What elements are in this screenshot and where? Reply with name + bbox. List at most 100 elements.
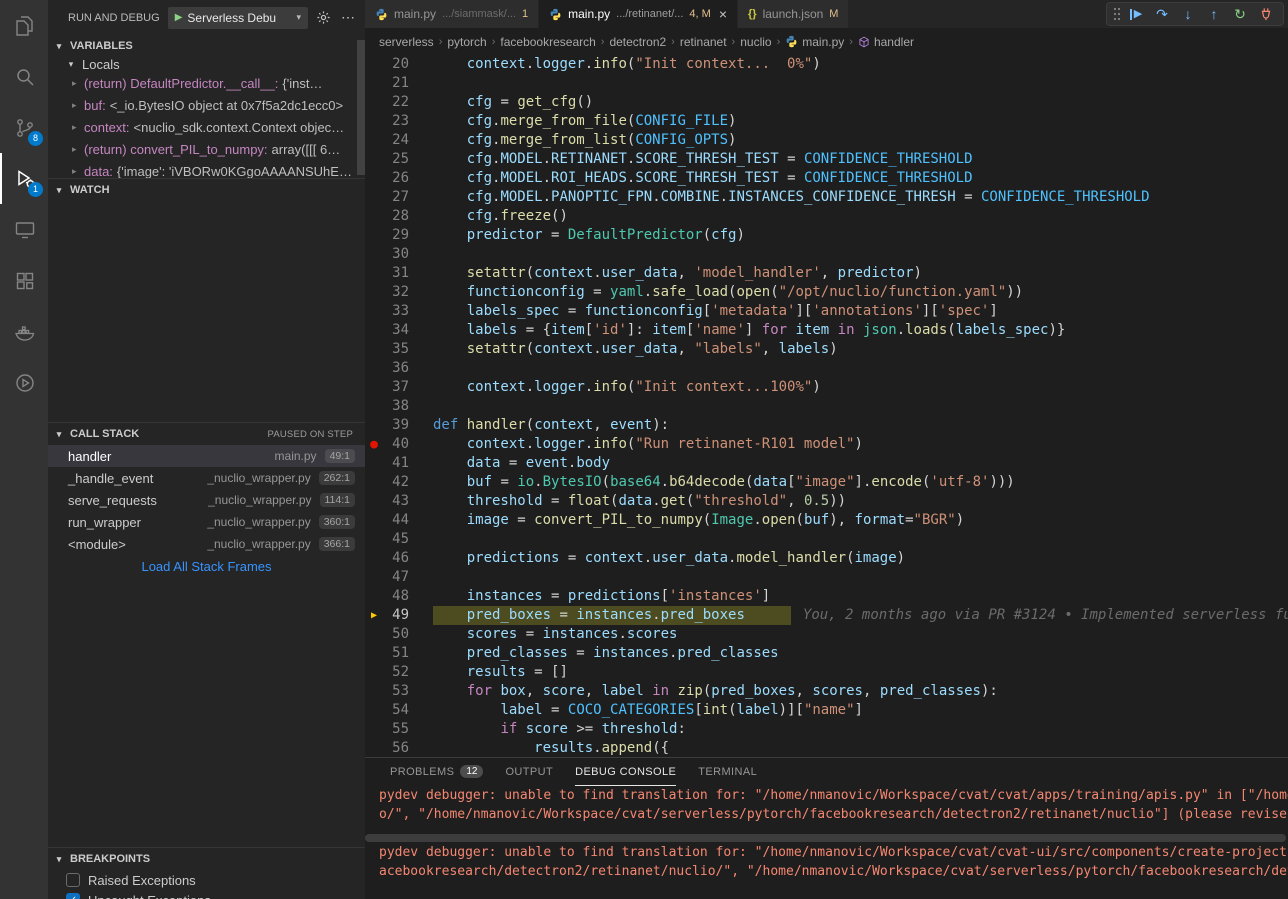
- current-line-arrow-icon[interactable]: ▶: [365, 606, 383, 625]
- gutter-glyph[interactable]: [365, 492, 383, 511]
- line-number[interactable]: 45: [383, 530, 409, 549]
- code-line[interactable]: 43 threshold = float(data.get("threshold…: [365, 492, 1288, 511]
- code-line[interactable]: 47: [365, 568, 1288, 587]
- gutter-glyph[interactable]: [365, 207, 383, 226]
- sidebar-scrollbar[interactable]: [357, 40, 365, 175]
- breadcrumb-item[interactable]: retinanet: [680, 35, 727, 49]
- step-into-button[interactable]: ↓: [1177, 3, 1199, 25]
- breadcrumb-item[interactable]: serverless: [379, 35, 434, 49]
- stack-frame-row[interactable]: run_wrapper_nuclio_wrapper.py360:1: [48, 511, 365, 533]
- line-number[interactable]: 26: [383, 169, 409, 188]
- panel-tab-problems[interactable]: PROBLEMS12: [390, 758, 483, 786]
- code-line[interactable]: 26 cfg.MODEL.ROI_HEADS.SCORE_THRESH_TEST…: [365, 169, 1288, 188]
- continue-button[interactable]: ▶: [1125, 3, 1147, 25]
- code-line[interactable]: 25 cfg.MODEL.RETINANET.SCORE_THRESH_TEST…: [365, 150, 1288, 169]
- breadcrumb-item[interactable]: detectron2: [609, 35, 666, 49]
- code-line[interactable]: 50 scores = instances.scores: [365, 625, 1288, 644]
- breakpoint-row[interactable]: Raised Exceptions: [48, 870, 365, 890]
- code-line[interactable]: 45: [365, 530, 1288, 549]
- gutter-glyph[interactable]: [365, 454, 383, 473]
- activity-item-source-control[interactable]: 8: [0, 102, 48, 153]
- line-number[interactable]: 34: [383, 321, 409, 340]
- gutter-glyph[interactable]: [365, 359, 383, 378]
- editor-tab[interactable]: {}launch.jsonM: [738, 0, 849, 28]
- variable-row[interactable]: ▸context:<nuclio_sdk.context.Context obj…: [48, 116, 365, 138]
- gutter-glyph[interactable]: [365, 549, 383, 568]
- editor-tab[interactable]: main.py.../retinanet/...4, M×: [539, 0, 738, 28]
- code-line[interactable]: 36: [365, 359, 1288, 378]
- gutter-glyph[interactable]: [365, 416, 383, 435]
- gutter-glyph[interactable]: [365, 397, 383, 416]
- close-icon[interactable]: ×: [719, 6, 727, 22]
- code-line[interactable]: 24 cfg.merge_from_list(CONFIG_OPTS): [365, 131, 1288, 150]
- code-line[interactable]: 34 labels = {item['id']: item['name'] fo…: [365, 321, 1288, 340]
- line-number[interactable]: 37: [383, 378, 409, 397]
- gutter-glyph[interactable]: [365, 321, 383, 340]
- gutter-glyph[interactable]: [365, 378, 383, 397]
- line-number[interactable]: 31: [383, 264, 409, 283]
- code-line[interactable]: 54 label = COCO_CATEGORIES[int(label)]["…: [365, 701, 1288, 720]
- line-number[interactable]: 46: [383, 549, 409, 568]
- checkbox[interactable]: ✓: [66, 893, 80, 899]
- breakpoint-row[interactable]: ✓Uncaught Exceptions: [48, 890, 365, 899]
- gutter-glyph[interactable]: [365, 720, 383, 739]
- code-line[interactable]: 23 cfg.merge_from_file(CONFIG_FILE): [365, 112, 1288, 131]
- gutter-glyph[interactable]: [365, 701, 383, 720]
- code-line[interactable]: ▶49 pred_boxes = instances.pred_boxesYou…: [365, 606, 1288, 625]
- code-line[interactable]: 53 for box, score, label in zip(pred_box…: [365, 682, 1288, 701]
- gutter-glyph[interactable]: [365, 131, 383, 150]
- gutter-glyph[interactable]: [365, 302, 383, 321]
- code-line[interactable]: 48 instances = predictions['instances']: [365, 587, 1288, 606]
- line-number[interactable]: 53: [383, 682, 409, 701]
- gutter-glyph[interactable]: [365, 682, 383, 701]
- variables-section-header[interactable]: ▾ VARIABLES: [48, 35, 365, 57]
- stack-frame-row[interactable]: _handle_event_nuclio_wrapper.py262:1: [48, 467, 365, 489]
- restart-button[interactable]: ↻: [1229, 3, 1251, 25]
- line-number[interactable]: 55: [383, 720, 409, 739]
- code-line[interactable]: 30: [365, 245, 1288, 264]
- code-editor[interactable]: 20 context.logger.info("Init context... …: [365, 55, 1288, 757]
- gutter-glyph[interactable]: [365, 74, 383, 93]
- line-number[interactable]: 28: [383, 207, 409, 226]
- code-line[interactable]: 42 buf = io.BytesIO(base64.b64decode(dat…: [365, 473, 1288, 492]
- line-number[interactable]: 22: [383, 93, 409, 112]
- gutter-glyph[interactable]: [365, 625, 383, 644]
- line-number[interactable]: 39: [383, 416, 409, 435]
- code-line[interactable]: ●40 context.logger.info("Run retinanet-R…: [365, 435, 1288, 454]
- code-line[interactable]: 39def handler(context, event):: [365, 416, 1288, 435]
- code-line[interactable]: 33 labels_spec = functionconfig['metadat…: [365, 302, 1288, 321]
- stack-frame-row[interactable]: <module>_nuclio_wrapper.py366:1: [48, 533, 365, 555]
- breadcrumb-item[interactable]: main.py: [785, 35, 844, 49]
- breadcrumb-item[interactable]: nuclio: [740, 35, 771, 49]
- code-line[interactable]: 32 functionconfig = yaml.safe_load(open(…: [365, 283, 1288, 302]
- line-number[interactable]: 33: [383, 302, 409, 321]
- line-number[interactable]: 40: [383, 435, 409, 454]
- gutter-glyph[interactable]: [365, 739, 383, 757]
- code-line[interactable]: 35 setattr(context.user_data, "labels", …: [365, 340, 1288, 359]
- line-number[interactable]: 41: [383, 454, 409, 473]
- code-line[interactable]: 27 cfg.MODEL.PANOPTIC_FPN.COMBINE.INSTAN…: [365, 188, 1288, 207]
- line-number[interactable]: 32: [383, 283, 409, 302]
- code-line[interactable]: 56 results.append({: [365, 739, 1288, 757]
- gutter-glyph[interactable]: [365, 55, 383, 74]
- gutter-glyph[interactable]: [365, 473, 383, 492]
- gutter-glyph[interactable]: [365, 283, 383, 302]
- code-line[interactable]: 38: [365, 397, 1288, 416]
- breadcrumb-item[interactable]: facebookresearch: [500, 35, 595, 49]
- watch-section-header[interactable]: ▾ WATCH: [48, 179, 365, 201]
- code-line[interactable]: 22 cfg = get_cfg(): [365, 93, 1288, 112]
- code-line[interactable]: 20 context.logger.info("Init context... …: [365, 55, 1288, 74]
- line-number[interactable]: 21: [383, 74, 409, 93]
- start-debug-icon[interactable]: ▶: [175, 12, 183, 23]
- line-number[interactable]: 49: [383, 606, 409, 625]
- gear-icon[interactable]: [316, 10, 331, 25]
- gutter-glyph[interactable]: [365, 644, 383, 663]
- breadcrumb-item[interactable]: handler: [858, 35, 914, 49]
- gutter-glyph[interactable]: [365, 112, 383, 131]
- code-line[interactable]: 46 predictions = context.user_data.model…: [365, 549, 1288, 568]
- gutter-glyph[interactable]: [365, 150, 383, 169]
- line-number[interactable]: 50: [383, 625, 409, 644]
- code-line[interactable]: 21: [365, 74, 1288, 93]
- line-number[interactable]: 27: [383, 188, 409, 207]
- panel-tab-debug-console[interactable]: DEBUG CONSOLE: [575, 758, 676, 786]
